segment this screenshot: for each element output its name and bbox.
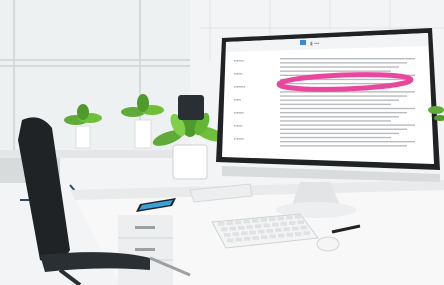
keyboard-key (294, 214, 301, 219)
office-illustration: ▮ ▪▪▪ ▪▪▪▪▪▪▪▪▪▪▪▪▪▪▪▪▪▪▪▪▪▪▪▪▪▪▪▪▪▪▪▪▪▪… (0, 0, 444, 285)
keyboard-key (269, 234, 276, 239)
sidebar-item: ▪▪▪▪▪▪ (234, 123, 243, 128)
keyboard-key (249, 230, 256, 235)
keyboard-key (235, 237, 242, 242)
keyboard-key (224, 233, 231, 237)
keyboard-key (266, 229, 273, 233)
keyboard-key (280, 221, 287, 226)
text-line (280, 103, 391, 106)
keyboard-key (246, 225, 253, 229)
keyboard-key (261, 235, 268, 240)
office-scene: ▮ ▪▪▪ ▪▪▪▪▪▪▪ ▪▪▪▪▪▪ ▪▪▪▪▪▪▪▪ ▪▪▪▪▪ ▪▪▪▪▪▪▪ ▪… (0, 0, 444, 285)
keyboard-key (235, 220, 242, 225)
text-line (280, 66, 399, 68)
keyboard-key (229, 226, 236, 231)
keyboard-key (275, 228, 282, 232)
sidebar-item: ▪▪▪▪▪▪ (234, 71, 243, 76)
keyboard-key (258, 229, 265, 234)
keyboard-key (286, 232, 293, 237)
keyboard-key (260, 218, 267, 222)
keyboard-key (238, 225, 245, 230)
monitor-screen (222, 33, 434, 164)
text-line (280, 99, 399, 101)
sidebar-item: ▪▪▪▪▪▪▪ (234, 136, 245, 141)
sidebar-item: ▪▪▪▪▪▪▪ (234, 110, 245, 115)
keyboard-key (303, 231, 310, 236)
text-line (280, 58, 415, 60)
text-line (280, 128, 407, 130)
text-line (280, 145, 407, 147)
keyboard-key (243, 219, 250, 224)
keyboard-key (244, 236, 251, 241)
sidebar-item: ▪▪▪▪▪ (234, 97, 242, 102)
text-line (280, 132, 399, 135)
keyboard-key (221, 227, 228, 232)
keyboard-key (300, 225, 307, 230)
keyboard-key (289, 221, 296, 225)
sidebar-item: ▪▪▪▪▪▪▪ (234, 58, 245, 63)
keyboard-key (255, 224, 262, 229)
keyboard-key (269, 217, 276, 221)
text-line (280, 95, 407, 97)
text-line (280, 120, 391, 122)
keyboard-key (277, 216, 284, 221)
back-chair-rest (178, 95, 204, 120)
text-line (280, 70, 391, 72)
keyboard-key (297, 220, 304, 225)
sidebar-item: ▪▪▪▪▪▪▪▪ (234, 84, 246, 89)
keyboard-key (226, 221, 233, 225)
site-logo-icon (300, 40, 306, 45)
keyboard-key (241, 231, 248, 236)
keyboard-key (252, 236, 259, 240)
keyboard-key (227, 238, 234, 243)
text-line (280, 82, 399, 85)
screen-header-text: ▮ ▪▪▪ (310, 41, 320, 47)
text-line (280, 62, 407, 64)
keyboard-key (283, 227, 290, 232)
keyboard-key (272, 222, 279, 227)
keyboard-key (263, 223, 270, 228)
keyboard-key (278, 233, 285, 238)
keyboard-key (295, 232, 302, 236)
mouse-icon (316, 236, 340, 252)
keyboard-key (292, 226, 299, 231)
text-line (280, 136, 391, 139)
keyboard-key (218, 222, 225, 226)
text-line (280, 107, 415, 110)
text-line (280, 124, 415, 126)
text-line (280, 111, 407, 114)
text-line (280, 141, 415, 143)
keyboard-key (252, 218, 259, 223)
keyboard-key (286, 215, 293, 220)
keyboard-key (232, 232, 239, 236)
text-line (280, 116, 399, 118)
